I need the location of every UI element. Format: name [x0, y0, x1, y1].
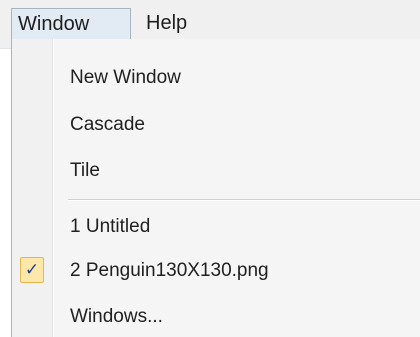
menu-separator-highlight [68, 200, 420, 201]
menu-item-new-window[interactable]: New Window [70, 62, 181, 94]
menu-item-window-2[interactable]: 2 Penguin130X130.png [70, 255, 269, 287]
window-menu-dropdown: New Window Cascade Tile 1 Untitled ✓ 2 P… [11, 39, 420, 337]
gutter-divider-highlight [53, 39, 54, 337]
menu-help[interactable]: Help [138, 8, 208, 39]
checkmark-icon: ✓ [20, 257, 44, 283]
menu-item-cascade[interactable]: Cascade [70, 109, 145, 141]
menu-item-window-1[interactable]: 1 Untitled [70, 211, 150, 243]
menu-icon-gutter [12, 39, 52, 337]
menu-window[interactable]: Window [11, 8, 131, 39]
menu-item-windows-list[interactable]: Windows... [70, 301, 163, 333]
menu-item-tile[interactable]: Tile [70, 155, 100, 187]
